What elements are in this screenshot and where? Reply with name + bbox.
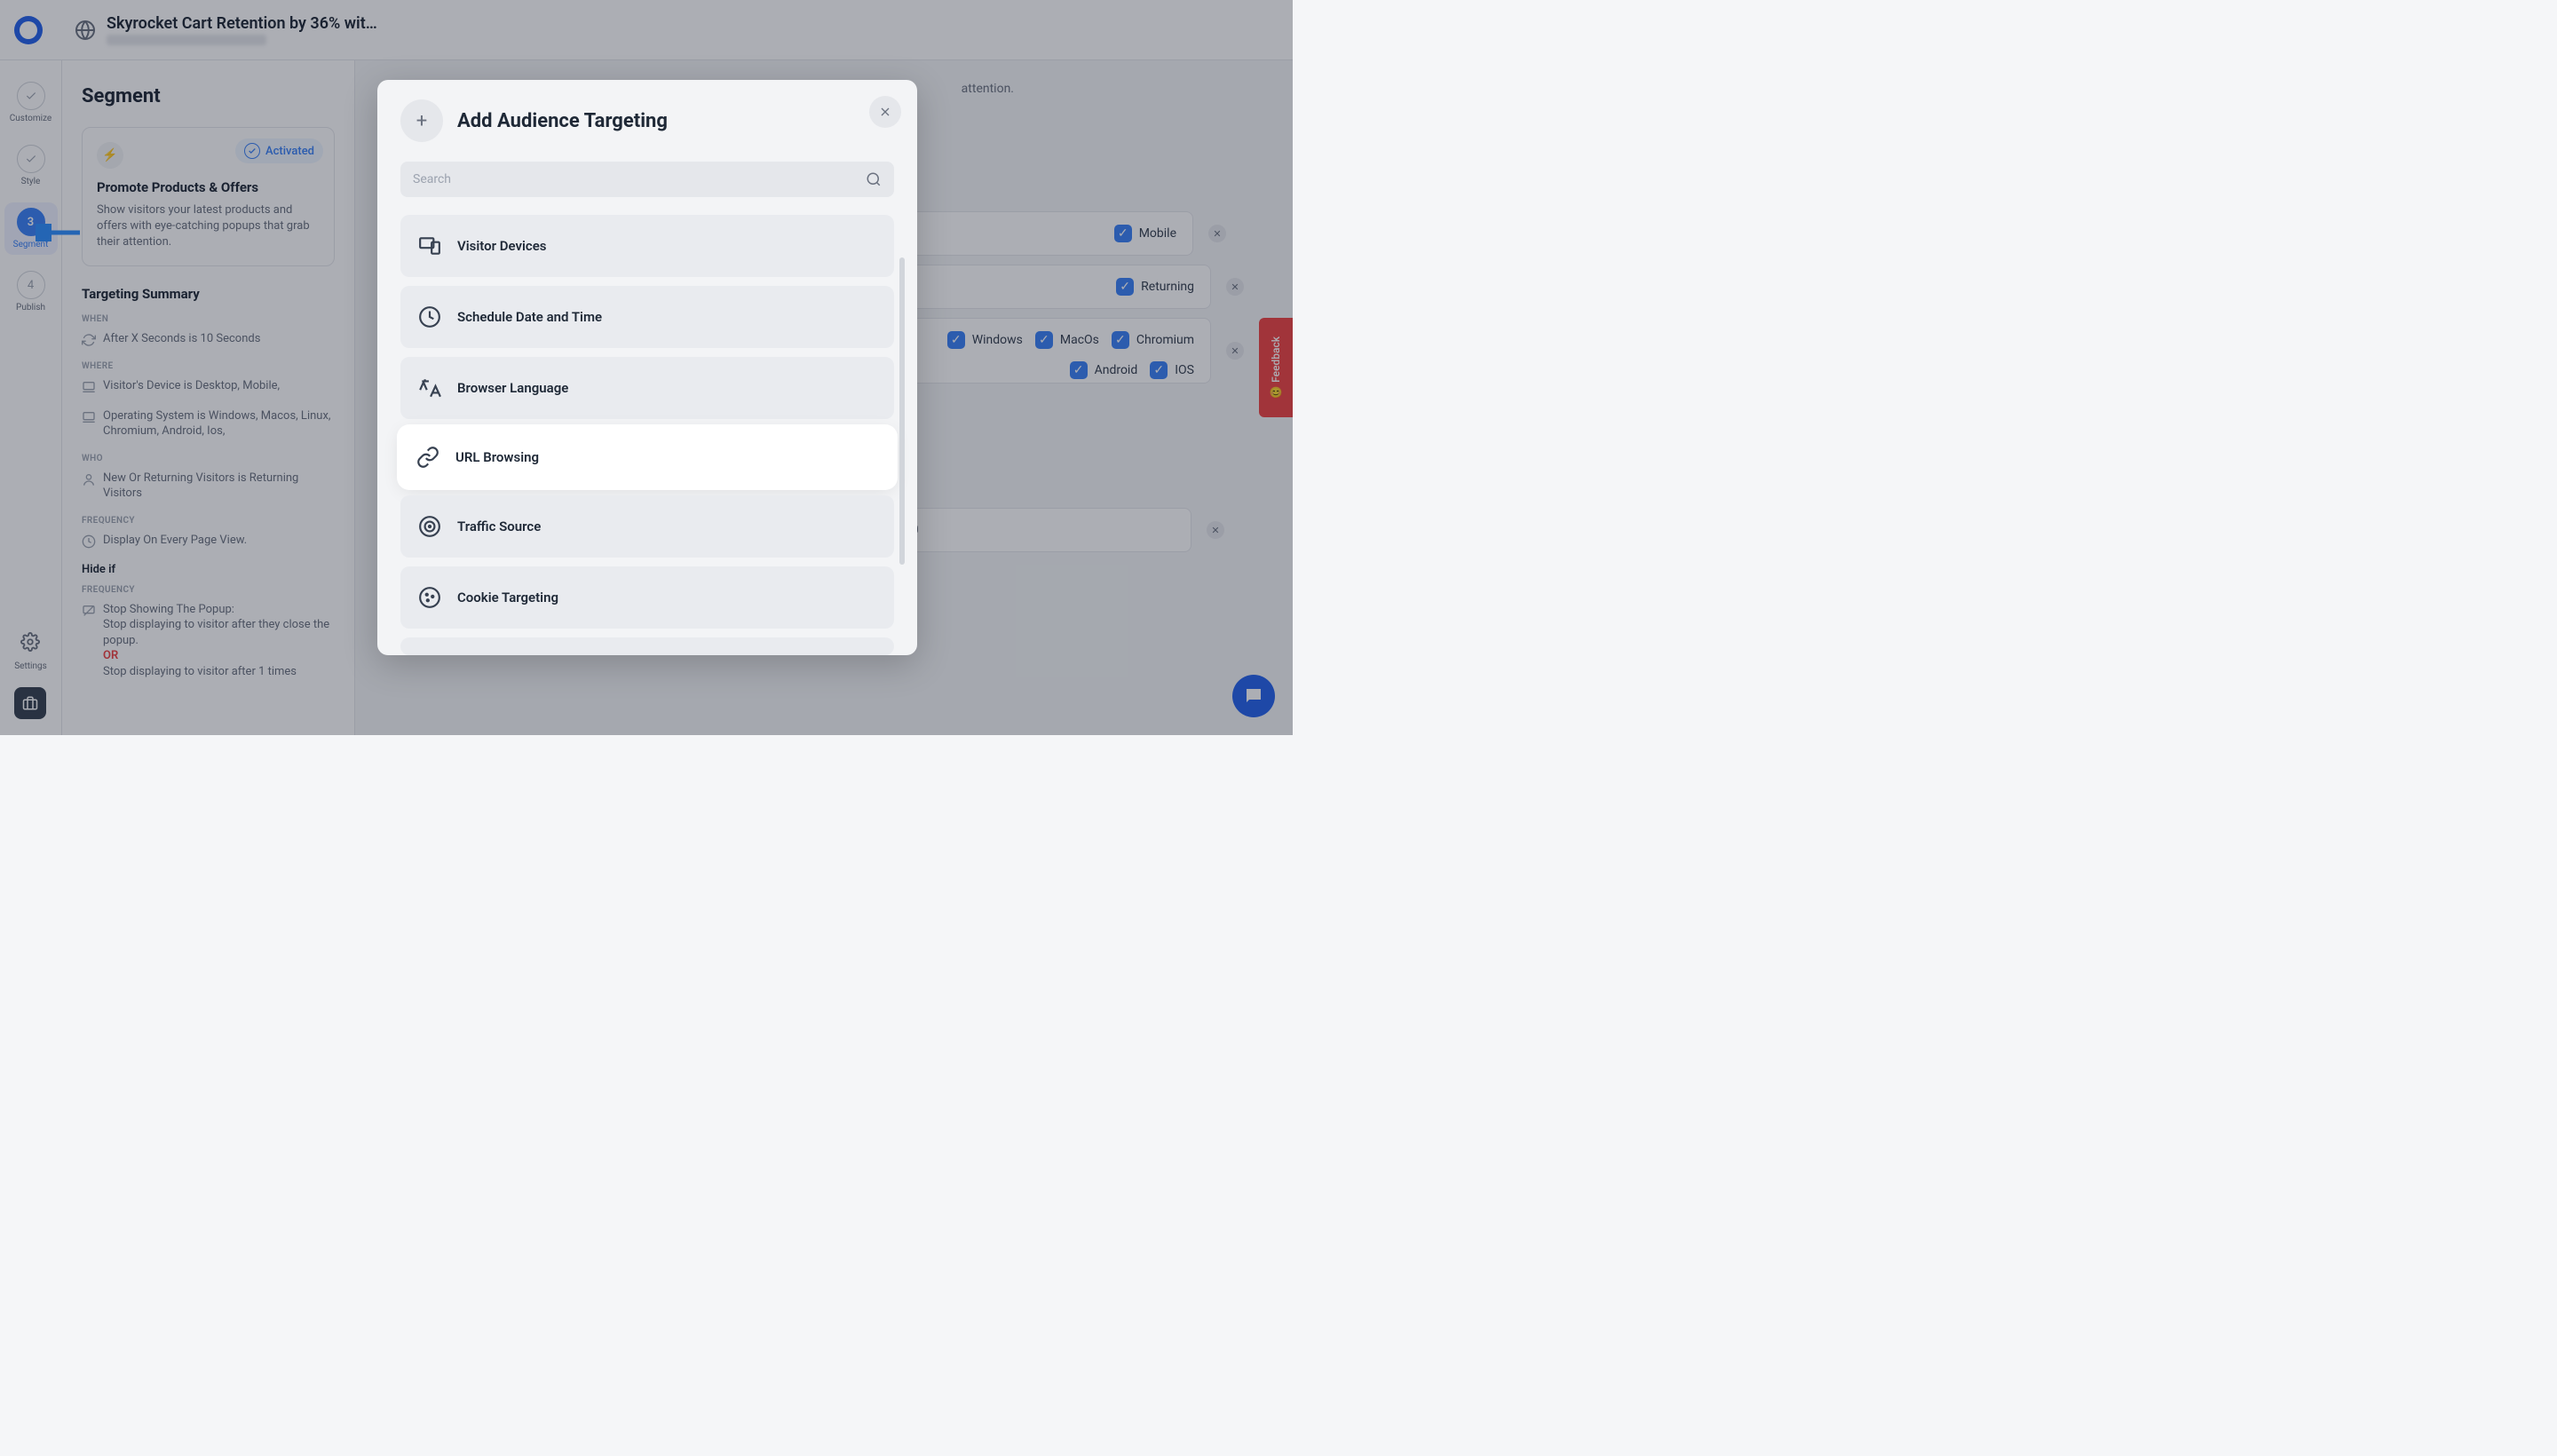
option-schedule[interactable]: Schedule Date and Time: [400, 286, 894, 348]
link-icon: [416, 446, 439, 469]
option-partial[interactable]: [400, 637, 894, 655]
devices-icon: [418, 234, 441, 257]
target-icon: [418, 515, 441, 538]
option-traffic-source[interactable]: Traffic Source: [400, 495, 894, 558]
plus-icon: +: [400, 99, 443, 142]
close-button[interactable]: [869, 96, 901, 128]
scrollbar[interactable]: [899, 257, 905, 655]
search-input[interactable]: [400, 162, 894, 197]
option-browser-language[interactable]: Browser Language: [400, 357, 894, 419]
option-cookie-targeting[interactable]: Cookie Targeting: [400, 566, 894, 629]
option-visitor-devices[interactable]: Visitor Devices: [400, 215, 894, 277]
clock-icon: [418, 305, 441, 328]
add-audience-modal: + Add Audience Targeting Visitor Devices…: [377, 80, 917, 655]
option-url-browsing[interactable]: URL Browsing: [400, 428, 894, 487]
cookie-icon: [418, 586, 441, 609]
search-icon: [866, 171, 882, 187]
translate-icon: [418, 376, 441, 400]
modal-title: Add Audience Targeting: [457, 110, 668, 132]
